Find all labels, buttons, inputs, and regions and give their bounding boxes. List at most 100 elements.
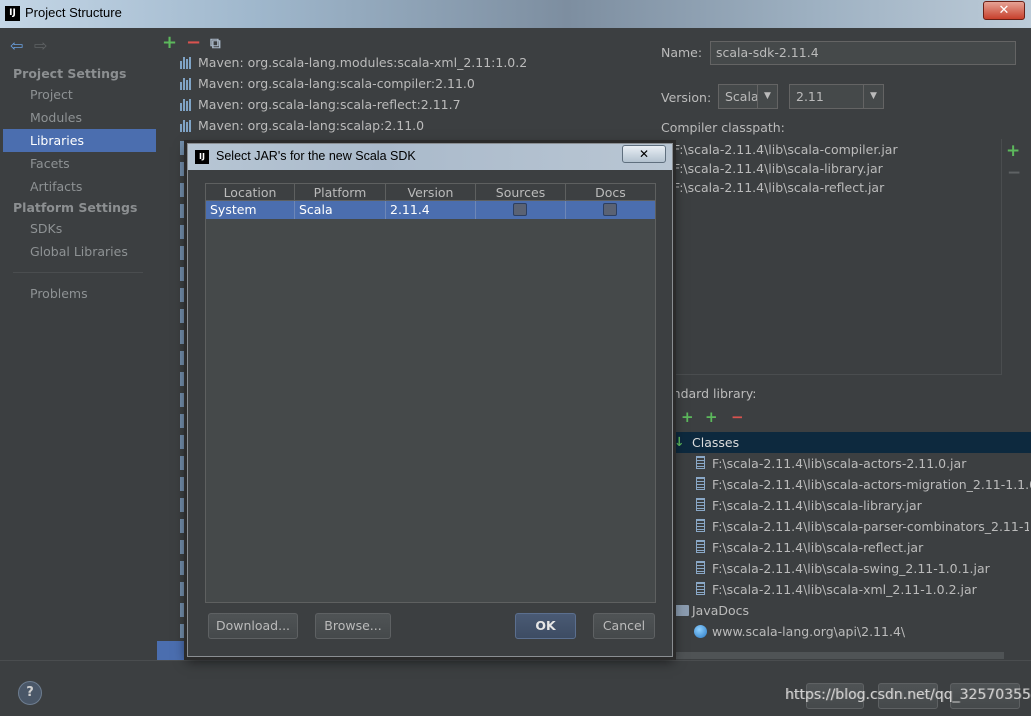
docs-checkbox[interactable] [603, 203, 617, 216]
remove-root-icon[interactable]: − [731, 408, 744, 426]
sidebar-item-sdks[interactable]: SDKs [30, 221, 62, 236]
library-item[interactable]: Maven: org.scala-lang:scalap:2.11.0 [198, 118, 424, 133]
jar-icon [696, 519, 705, 532]
name-label: Name: [661, 45, 703, 60]
sidebar-item-modules[interactable]: Modules [30, 110, 82, 125]
horizontal-scrollbar[interactable] [668, 652, 1004, 659]
jar-table: Location Platform Version Sources Docs S… [205, 183, 656, 603]
forward-arrow-icon[interactable]: ⇨ [34, 36, 47, 55]
classpath-item[interactable]: F:\scala-2.11.4\lib\scala-reflect.jar [673, 180, 884, 195]
library-icon [180, 603, 186, 617]
add-jar-icon[interactable]: + [705, 408, 718, 426]
version-label: Version: [661, 90, 712, 105]
compiler-classpath-label: Compiler classpath: [661, 120, 785, 135]
chevron-down-icon: ▼ [757, 85, 777, 108]
column-sources[interactable]: Sources [476, 184, 566, 201]
globe-icon [694, 625, 707, 638]
javadocs-label[interactable]: JavaDocs [692, 603, 749, 618]
library-icon [180, 393, 186, 407]
add-classpath-icon[interactable]: + [1006, 141, 1020, 161]
section-platform-settings: Platform Settings [13, 200, 138, 215]
javadoc-url-item[interactable]: www.scala-lang.org\api\2.11.4\ [712, 624, 905, 639]
library-icon [180, 288, 186, 302]
library-icon [180, 225, 186, 239]
dialog-title: Select JAR's for the new Scala SDK [216, 149, 416, 163]
class-jar-item[interactable]: F:\scala-2.11.4\lib\scala-swing_2.11-1.0… [712, 561, 990, 576]
jar-icon [696, 582, 705, 595]
jar-icon [696, 498, 705, 511]
version-number-value: 2.11 [796, 89, 824, 104]
library-icon [180, 57, 193, 69]
sidebar-item-libraries[interactable]: Libraries [3, 129, 156, 152]
library-icon [180, 498, 186, 512]
library-icon [180, 267, 186, 281]
library-icon [180, 183, 186, 197]
window-close-button[interactable]: ✕ [983, 1, 1025, 20]
column-platform[interactable]: Platform [295, 184, 386, 201]
name-field[interactable]: scala-sdk-2.11.4 [710, 41, 1016, 65]
sidebar-item-facets[interactable]: Facets [30, 156, 70, 171]
cell-version: 2.11.4 [386, 201, 476, 219]
add-icon[interactable]: + [162, 32, 177, 53]
back-arrow-icon[interactable]: ⇦ [10, 36, 23, 55]
jar-icon [696, 477, 705, 490]
classes-label: Classes [692, 435, 740, 450]
library-icon [180, 414, 186, 428]
library-icon [180, 120, 193, 132]
dialog-close-button[interactable]: ✕ [622, 145, 666, 163]
library-item[interactable]: Maven: org.scala-lang:scala-reflect:2.11… [198, 97, 461, 112]
browse-button[interactable]: Browse... [315, 613, 391, 639]
sources-checkbox[interactable] [513, 203, 527, 216]
table-header: Location Platform Version Sources Docs [206, 184, 655, 201]
standard-library-label: andard library: [665, 386, 757, 401]
ok-button[interactable]: OK [515, 613, 576, 639]
class-jar-item[interactable]: F:\scala-2.11.4\lib\scala-xml_2.11-1.0.2… [712, 582, 977, 597]
cell-sources [476, 201, 566, 219]
column-location[interactable]: Location [206, 184, 295, 201]
help-icon[interactable]: ? [18, 681, 42, 705]
class-jar-item[interactable]: F:\scala-2.11.4\lib\scala-library.jar [712, 498, 922, 513]
library-icon [180, 540, 186, 554]
library-icon [180, 561, 186, 575]
remove-icon[interactable]: − [186, 32, 201, 53]
library-icon [180, 624, 186, 638]
column-version[interactable]: Version [386, 184, 476, 201]
download-button[interactable]: Download... [208, 613, 298, 639]
remove-classpath-icon[interactable]: − [1007, 163, 1021, 183]
column-docs[interactable]: Docs [566, 184, 655, 201]
library-icon [180, 141, 186, 155]
library-icon [180, 477, 186, 491]
jar-icon [696, 561, 705, 574]
library-item[interactable]: Maven: org.scala-lang:scala-compiler:2.1… [198, 76, 475, 91]
class-jar-item[interactable]: F:\scala-2.11.4\lib\scala-actors-migrati… [712, 477, 1031, 492]
library-icon [180, 78, 193, 90]
sidebar-item-project[interactable]: Project [30, 87, 73, 102]
watermark-text: https://blog.csdn.net/qq_32570355 [785, 687, 1031, 703]
class-jar-item[interactable]: F:\scala-2.11.4\lib\scala-actors-2.11.0.… [712, 456, 966, 471]
sidebar-item-problems[interactable]: Problems [30, 286, 88, 301]
cancel-button[interactable]: Cancel [593, 613, 655, 639]
table-row[interactable]: System Scala 2.11.4 [206, 201, 655, 219]
library-icon [180, 372, 186, 386]
sidebar-item-artifacts[interactable]: Artifacts [30, 179, 82, 194]
copy-icon[interactable]: ⧉ [210, 34, 221, 52]
add-root-icon[interactable]: + [681, 408, 694, 426]
version-number-select[interactable]: 2.11 ▼ [789, 84, 884, 109]
library-icon [180, 99, 193, 111]
intellij-logo-icon: IJ [195, 150, 209, 164]
library-item[interactable]: Maven: org.scala-lang.modules:scala-xml_… [198, 55, 527, 70]
library-icon [180, 582, 186, 596]
classpath-item[interactable]: F:\scala-2.11.4\lib\scala-compiler.jar [673, 142, 898, 157]
sidebar-item-global-libraries[interactable]: Global Libraries [30, 244, 128, 259]
version-language-select[interactable]: Scala ▼ [718, 84, 778, 109]
library-icon [180, 309, 186, 323]
intellij-logo-icon: IJ [5, 6, 20, 21]
library-icon [180, 162, 186, 176]
window-title: Project Structure [25, 5, 122, 20]
class-jar-item[interactable]: F:\scala-2.11.4\lib\scala-reflect.jar [712, 540, 923, 555]
classpath-item[interactable]: F:\scala-2.11.4\lib\scala-library.jar [673, 161, 883, 176]
library-icon [180, 204, 186, 218]
class-jar-item[interactable]: F:\scala-2.11.4\lib\scala-parser-combina… [712, 519, 1029, 534]
jar-icon [696, 456, 705, 469]
library-icon [180, 330, 186, 344]
